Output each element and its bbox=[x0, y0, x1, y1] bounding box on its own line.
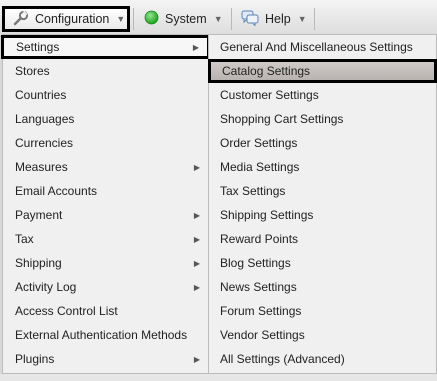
submenu-item-label: Reward Points bbox=[220, 232, 299, 246]
submenu-arrow-icon: ▶ bbox=[193, 234, 200, 244]
submenu-item-general-settings[interactable]: General And Miscellaneous Settings bbox=[209, 35, 436, 59]
menu-item-label: Countries bbox=[15, 88, 67, 102]
menu-item-email-accounts[interactable]: Email Accounts bbox=[3, 179, 208, 203]
submenu-item-media-settings[interactable]: Media Settings bbox=[209, 155, 436, 179]
menu-item-tax[interactable]: Tax ▶ bbox=[3, 227, 208, 251]
menu-item-external-authentication[interactable]: External Authentication Methods bbox=[3, 323, 208, 347]
submenu-item-label: Catalog Settings bbox=[222, 64, 311, 78]
page-background-strip bbox=[0, 374, 437, 381]
help-menu-label: Help bbox=[265, 12, 291, 26]
menu-item-payment[interactable]: Payment ▶ bbox=[3, 203, 208, 227]
chevron-down-icon: ▼ bbox=[116, 14, 126, 24]
submenu-arrow-icon: ▶ bbox=[193, 210, 200, 220]
submenu-item-blog-settings[interactable]: Blog Settings bbox=[209, 251, 436, 275]
menu-item-countries[interactable]: Countries bbox=[3, 83, 208, 107]
submenu-item-vendor-settings[interactable]: Vendor Settings bbox=[209, 323, 436, 347]
submenu-arrow-icon: ▶ bbox=[193, 282, 200, 292]
menu-item-label: Email Accounts bbox=[15, 184, 98, 198]
submenu-item-all-settings-advanced[interactable]: All Settings (Advanced) bbox=[209, 347, 436, 371]
submenu-item-reward-points[interactable]: Reward Points bbox=[209, 227, 436, 251]
submenu-item-order-settings[interactable]: Order Settings bbox=[209, 131, 436, 155]
menubar-divider bbox=[314, 8, 315, 30]
submenu-item-forum-settings[interactable]: Forum Settings bbox=[209, 299, 436, 323]
submenu-arrow-icon: ▶ bbox=[193, 258, 200, 268]
submenu-item-catalog-settings[interactable]: Catalog Settings bbox=[208, 59, 437, 83]
system-menu-button[interactable]: System ▼ bbox=[137, 6, 229, 32]
chevron-down-icon: ▼ bbox=[213, 14, 223, 24]
menu-item-label: Settings bbox=[16, 40, 60, 54]
settings-submenu: General And Miscellaneous Settings Catal… bbox=[208, 34, 437, 374]
help-menu-button[interactable]: Help ▼ bbox=[235, 6, 313, 32]
chat-bubbles-icon bbox=[241, 10, 259, 29]
wrench-icon bbox=[13, 10, 29, 29]
submenu-item-label: Customer Settings bbox=[220, 88, 319, 102]
menu-item-languages[interactable]: Languages bbox=[3, 107, 208, 131]
submenu-item-label: News Settings bbox=[220, 280, 297, 294]
submenu-arrow-icon: ▶ bbox=[192, 42, 199, 52]
menu-item-label: Measures bbox=[15, 160, 68, 174]
menu-item-currencies[interactable]: Currencies bbox=[3, 131, 208, 155]
submenu-item-shopping-cart-settings[interactable]: Shopping Cart Settings bbox=[209, 107, 436, 131]
top-menubar: Configuration ▼ System ▼ Help ▼ bbox=[0, 0, 437, 37]
submenu-item-news-settings[interactable]: News Settings bbox=[209, 275, 436, 299]
submenu-arrow-icon: ▶ bbox=[193, 354, 200, 364]
submenu-arrow-icon: ▶ bbox=[193, 162, 200, 172]
submenu-item-label: Forum Settings bbox=[220, 304, 302, 318]
submenu-item-label: General And Miscellaneous Settings bbox=[220, 40, 413, 54]
submenu-item-label: Order Settings bbox=[220, 136, 298, 150]
menu-item-label: Currencies bbox=[15, 136, 74, 150]
submenu-item-tax-settings[interactable]: Tax Settings bbox=[209, 179, 436, 203]
menu-item-label: Stores bbox=[15, 64, 50, 78]
submenu-item-label: Shopping Cart Settings bbox=[220, 112, 344, 126]
submenu-item-label: All Settings (Advanced) bbox=[220, 352, 345, 366]
configuration-menu-label: Configuration bbox=[35, 12, 110, 26]
submenu-item-label: Media Settings bbox=[220, 160, 300, 174]
configuration-dropdown: Settings ▶ Stores Countries Languages Cu… bbox=[1, 34, 210, 374]
menu-item-label: Plugins bbox=[15, 352, 55, 366]
menu-item-label: Payment bbox=[15, 208, 63, 222]
menu-item-measures[interactable]: Measures ▶ bbox=[3, 155, 208, 179]
menu-item-settings[interactable]: Settings ▶ bbox=[1, 35, 210, 59]
submenu-item-shipping-settings[interactable]: Shipping Settings bbox=[209, 203, 436, 227]
submenu-item-label: Tax Settings bbox=[220, 184, 286, 198]
menubar-divider bbox=[133, 8, 134, 30]
status-circle-icon bbox=[144, 10, 159, 28]
menu-item-access-control-list[interactable]: Access Control List bbox=[3, 299, 208, 323]
submenu-item-label: Vendor Settings bbox=[220, 328, 305, 342]
menu-item-stores[interactable]: Stores bbox=[3, 59, 208, 83]
menu-item-label: Languages bbox=[15, 112, 75, 126]
menu-item-activity-log[interactable]: Activity Log ▶ bbox=[3, 275, 208, 299]
submenu-item-customer-settings[interactable]: Customer Settings bbox=[209, 83, 436, 107]
menubar-divider bbox=[231, 8, 232, 30]
system-menu-label: System bbox=[165, 12, 207, 26]
menu-item-label: External Authentication Methods bbox=[15, 328, 188, 342]
submenu-item-label: Blog Settings bbox=[220, 256, 291, 270]
menu-item-label: Access Control List bbox=[15, 304, 118, 318]
submenu-item-label: Shipping Settings bbox=[220, 208, 314, 222]
menu-item-label: Shipping bbox=[15, 256, 62, 270]
menu-item-shipping[interactable]: Shipping ▶ bbox=[3, 251, 208, 275]
configuration-menu-button[interactable]: Configuration ▼ bbox=[2, 6, 130, 32]
chevron-down-icon: ▼ bbox=[297, 14, 307, 24]
menu-item-plugins[interactable]: Plugins ▶ bbox=[3, 347, 208, 371]
menu-item-label: Activity Log bbox=[15, 280, 77, 294]
menu-item-label: Tax bbox=[15, 232, 34, 246]
